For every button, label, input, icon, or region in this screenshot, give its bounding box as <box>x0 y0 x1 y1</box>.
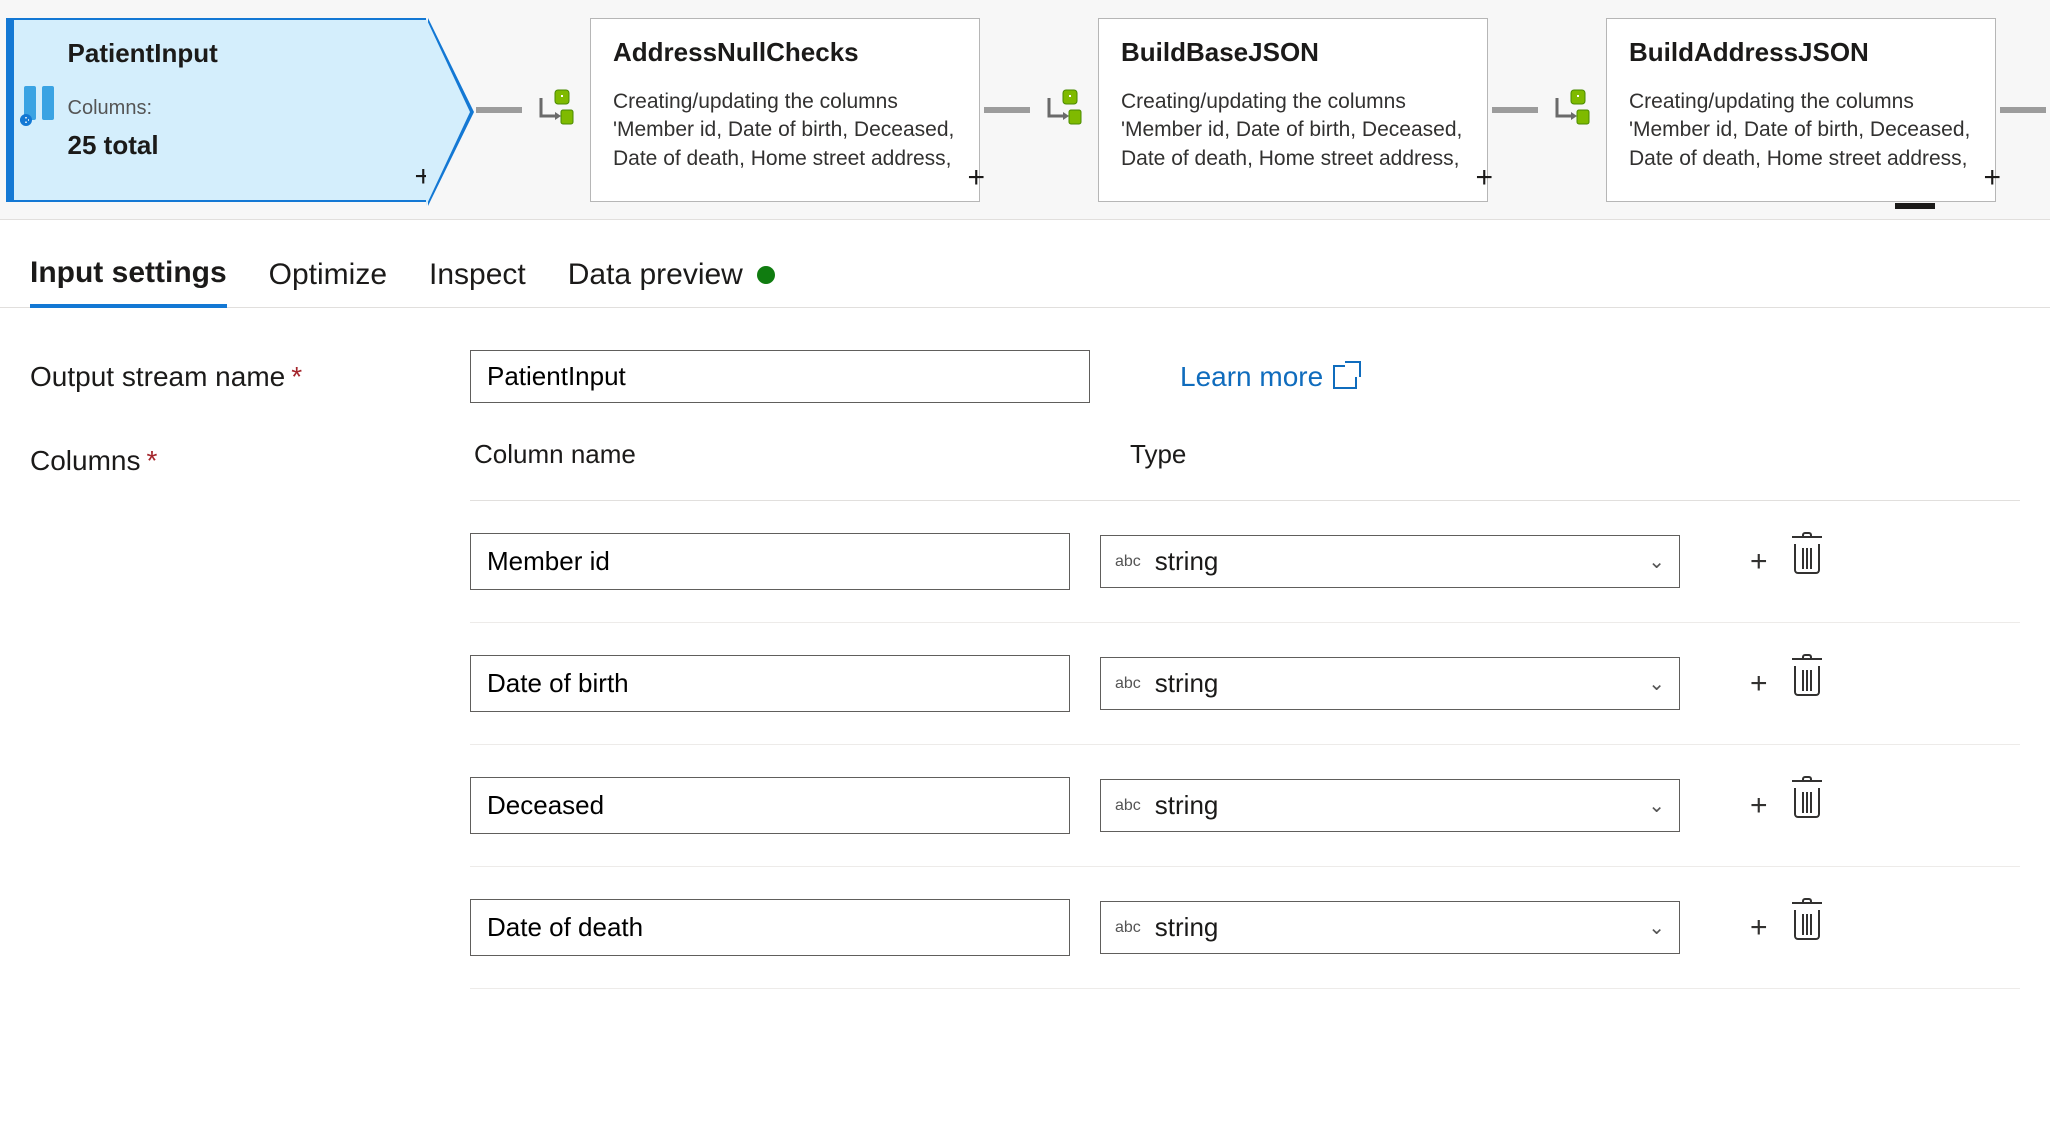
row-actions: + <box>1750 910 1820 946</box>
panel-resize-handle[interactable] <box>1895 203 1935 209</box>
type-prefix-icon: abc <box>1115 553 1141 571</box>
column-type-select[interactable]: abc string ⌄ <box>1100 535 1680 588</box>
output-stream-name-label: Output stream name* <box>30 361 430 393</box>
add-step-button[interactable]: + <box>1983 163 2001 193</box>
required-asterisk: * <box>291 361 302 392</box>
column-row: abc string ⌄ + <box>470 867 2020 989</box>
chevron-down-icon: ⌄ <box>1648 549 1665 574</box>
derived-column-icon <box>526 86 584 134</box>
add-column-button[interactable]: + <box>1750 666 1768 702</box>
tab-input-settings[interactable]: Input settings <box>30 256 227 308</box>
learn-more-link[interactable]: Learn more <box>1180 361 1357 393</box>
type-prefix-icon: abc <box>1115 675 1141 693</box>
type-prefix-icon: abc <box>1115 919 1141 937</box>
column-row: abc string ⌄ + <box>470 745 2020 867</box>
add-step-button[interactable]: + <box>1475 163 1493 193</box>
columns-table: Column name Type abc string ⌄ + abc stri… <box>470 439 2020 989</box>
flow-node-desc: Creating/updating the columns 'Member id… <box>613 88 959 173</box>
flow-node-buildaddressjson[interactable]: BuildAddressJSON Creating/updating the c… <box>1606 18 1996 202</box>
column-type-value: string <box>1155 912 1219 943</box>
tab-optimize[interactable]: Optimize <box>269 258 387 306</box>
column-type-value: string <box>1155 790 1219 821</box>
row-actions: + <box>1750 666 1820 702</box>
column-name-input[interactable] <box>470 777 1070 834</box>
external-link-icon <box>1333 365 1357 389</box>
column-type-select[interactable]: abc string ⌄ <box>1100 779 1680 832</box>
column-type-select[interactable]: abc string ⌄ <box>1100 657 1680 710</box>
label-text: Columns <box>30 445 140 476</box>
connector <box>476 107 522 113</box>
flow-node-meta-value: 25 total <box>68 130 406 161</box>
dataflow-graph: PatientInput Columns: 25 total + Address… <box>0 0 2050 220</box>
delete-column-button[interactable] <box>1794 788 1820 824</box>
add-column-button[interactable]: + <box>1750 910 1768 946</box>
tab-label: Inspect <box>429 258 526 292</box>
source-icon <box>18 80 64 126</box>
connector <box>2000 107 2046 113</box>
connector <box>1492 107 1538 113</box>
add-column-button[interactable]: + <box>1750 544 1768 580</box>
column-name-input[interactable] <box>470 533 1070 590</box>
type-prefix-icon: abc <box>1115 797 1141 815</box>
column-type-value: string <box>1155 668 1219 699</box>
chevron-down-icon: ⌄ <box>1648 915 1665 940</box>
delete-column-button[interactable] <box>1794 544 1820 580</box>
flow-node-patientinput[interactable]: PatientInput Columns: 25 total + <box>6 18 426 202</box>
column-header-type: Type <box>1110 439 2020 470</box>
link-text: Learn more <box>1180 361 1323 393</box>
flow-node-addressnullchecks[interactable]: AddressNullChecks Creating/updating the … <box>590 18 980 202</box>
flow-node-title: AddressNullChecks <box>613 37 959 68</box>
flow-node-title: BuildAddressJSON <box>1629 37 1975 68</box>
add-step-button[interactable]: + <box>967 163 985 193</box>
trash-icon <box>1794 788 1820 818</box>
flow-node-desc: Creating/updating the columns 'Member id… <box>1629 88 1975 173</box>
flow-node-buildbasejson[interactable]: BuildBaseJSON Creating/updating the colu… <box>1098 18 1488 202</box>
tab-label: Optimize <box>269 258 387 292</box>
derived-column-icon <box>1542 86 1600 134</box>
trash-icon <box>1794 666 1820 696</box>
column-type-value: string <box>1155 546 1219 577</box>
flow-node-title: BuildBaseJSON <box>1121 37 1467 68</box>
status-dot-icon <box>757 266 775 284</box>
chevron-down-icon: ⌄ <box>1648 671 1665 696</box>
tab-label: Input settings <box>30 256 227 290</box>
flow-node-title: PatientInput <box>68 38 406 69</box>
columns-section: Columns* Column name Type abc string ⌄ +… <box>0 439 2050 989</box>
tab-data-preview[interactable]: Data preview <box>568 258 775 306</box>
columns-label: Columns* <box>30 439 430 989</box>
column-type-select[interactable]: abc string ⌄ <box>1100 901 1680 954</box>
output-stream-name-row: Output stream name* Learn more <box>30 350 2020 403</box>
flow-node-desc: Creating/updating the columns 'Member id… <box>1121 88 1467 173</box>
tab-inspect[interactable]: Inspect <box>429 258 526 306</box>
label-text: Output stream name <box>30 361 285 392</box>
delete-column-button[interactable] <box>1794 666 1820 702</box>
output-stream-name-input[interactable] <box>470 350 1090 403</box>
column-name-input[interactable] <box>470 899 1070 956</box>
input-settings-form: Output stream name* Learn more <box>0 308 2050 403</box>
add-column-button[interactable]: + <box>1750 788 1768 824</box>
required-asterisk: * <box>146 445 157 476</box>
flow-node-meta-label: Columns: <box>68 97 406 120</box>
delete-column-button[interactable] <box>1794 910 1820 946</box>
column-row: abc string ⌄ + <box>470 623 2020 745</box>
columns-table-header: Column name Type <box>470 439 2020 501</box>
column-row: abc string ⌄ + <box>470 501 2020 623</box>
row-actions: + <box>1750 788 1820 824</box>
chevron-down-icon: ⌄ <box>1648 793 1665 818</box>
settings-tabs: Input settings Optimize Inspect Data pre… <box>0 220 2050 308</box>
connector <box>984 107 1030 113</box>
tab-label: Data preview <box>568 258 743 292</box>
derived-column-icon <box>1034 86 1092 134</box>
add-step-button[interactable]: + <box>414 162 432 192</box>
column-header-name: Column name <box>470 439 1110 470</box>
column-name-input[interactable] <box>470 655 1070 712</box>
trash-icon <box>1794 910 1820 940</box>
row-actions: + <box>1750 544 1820 580</box>
trash-icon <box>1794 544 1820 574</box>
